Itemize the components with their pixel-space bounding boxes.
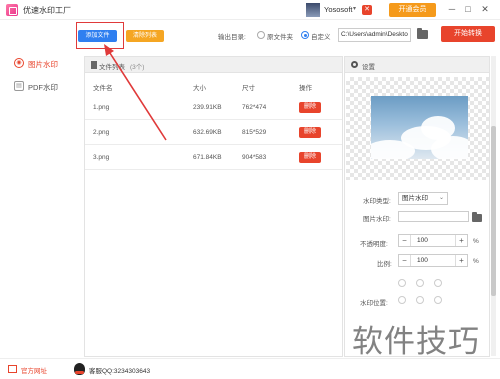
file-name: 3.png xyxy=(93,154,110,161)
watermark-type-select[interactable]: 图片水印 ⌄ xyxy=(398,192,448,205)
image-watermark-label: 图片水印: xyxy=(363,216,391,223)
scale-minus-button[interactable]: − xyxy=(399,255,411,266)
file-list-panel: 文件列表 (3个) 文件名 大小 尺寸 操作 1.png 239.91KB 76… xyxy=(84,56,343,357)
delete-button[interactable]: 删除 xyxy=(299,127,321,138)
chevron-down-icon: ⌄ xyxy=(438,195,444,201)
folder-icon[interactable] xyxy=(417,28,428,39)
column-header-size: 大小 xyxy=(193,85,206,92)
username[interactable]: Yososoft xyxy=(324,5,353,14)
close-icon[interactable]: ✕ xyxy=(479,3,491,15)
user-avatar[interactable] xyxy=(306,3,320,17)
sidebar: ◉ 图片水印 ▤ PDF水印 xyxy=(0,21,74,357)
qq-icon[interactable] xyxy=(74,363,85,375)
column-header-dims: 尺寸 xyxy=(242,85,255,92)
settings-panel: 设置 水印类型: 图片水印 ⌄ 图片水印: 不透明度: − 100 + % 比例… xyxy=(344,56,490,357)
opacity-stepper[interactable]: − 100 + xyxy=(398,234,468,247)
app-logo-icon xyxy=(6,4,18,16)
vip-button[interactable]: 开通会员 xyxy=(389,3,436,17)
watermark-type-label: 水印类型: xyxy=(363,198,391,205)
radio-custom-folder[interactable] xyxy=(301,31,309,39)
gear-icon xyxy=(351,61,358,68)
sidebar-item-label: PDF水印 xyxy=(28,83,58,92)
footer: 官方网址 客服QQ:3234303643 xyxy=(0,358,500,379)
settings-scrollbar[interactable] xyxy=(491,56,496,356)
file-size: 239.91KB xyxy=(193,104,222,111)
watermark-type-value: 图片水印 xyxy=(402,195,428,202)
chevron-down-icon[interactable]: ▾ xyxy=(353,5,356,12)
opacity-minus-button[interactable]: − xyxy=(399,235,411,246)
opacity-value[interactable]: 100 xyxy=(417,237,428,244)
cloud-shape xyxy=(371,140,415,159)
sidebar-item-label: 图片水印 xyxy=(28,60,58,69)
file-size: 671.84KB xyxy=(193,154,222,161)
position-option[interactable] xyxy=(398,296,406,304)
table-row[interactable]: 1.png 239.91KB 762*474 删除 xyxy=(85,95,342,120)
position-option[interactable] xyxy=(434,296,442,304)
official-website-link[interactable]: 官方网址 xyxy=(21,365,47,375)
file-dims: 904*583 xyxy=(242,154,267,161)
maximize-icon[interactable]: □ xyxy=(462,3,474,15)
scale-plus-button[interactable]: + xyxy=(455,255,467,266)
start-convert-button[interactable]: 开始转换 xyxy=(441,26,495,42)
scale-stepper[interactable]: − 100 + xyxy=(398,254,468,267)
position-option[interactable] xyxy=(416,279,424,287)
highlight-box xyxy=(76,22,124,49)
watermark-preview xyxy=(346,77,489,180)
file-name: 1.png xyxy=(93,104,110,111)
file-size: 632.69KB xyxy=(193,129,222,136)
home-icon[interactable] xyxy=(8,365,17,373)
position-option[interactable] xyxy=(434,279,442,287)
file-count: (3个) xyxy=(130,64,145,71)
radio-original-folder[interactable] xyxy=(257,31,265,39)
output-dir-label: 输出目录: xyxy=(218,34,246,41)
delete-button[interactable]: 删除 xyxy=(299,102,321,113)
opacity-unit: % xyxy=(473,238,479,245)
cloud-shape xyxy=(431,136,468,159)
opacity-plus-button[interactable]: + xyxy=(455,235,467,246)
pdf-icon: ▤ xyxy=(14,81,24,91)
file-dims: 762*474 xyxy=(242,104,267,111)
column-header-name: 文件名 xyxy=(93,85,113,92)
file-dims: 815*529 xyxy=(242,129,267,136)
sidebar-item-pdf-watermark[interactable]: ▤ PDF水印 xyxy=(0,78,74,94)
title-bar: 优速水印工厂 Yososoft ▾ ✕ 开通会员 ─ □ ✕ xyxy=(0,0,500,20)
minimize-icon[interactable]: ─ xyxy=(446,3,458,15)
column-header-action: 操作 xyxy=(299,85,312,92)
settings-header: 设置 xyxy=(345,57,489,73)
file-list-header: 文件列表 (3个) xyxy=(85,57,342,73)
document-icon xyxy=(91,61,97,69)
file-name: 2.png xyxy=(93,129,110,136)
opacity-label: 不透明度: xyxy=(360,241,388,248)
toolbar: 添加文件 清除列表 输出目录: 原文件夹 自定义 C:\Users\admin\… xyxy=(74,21,500,51)
table-row[interactable]: 3.png 671.84KB 904*583 删除 xyxy=(85,145,342,170)
image-icon: ◉ xyxy=(14,58,24,68)
scrollbar-thumb[interactable] xyxy=(491,126,496,296)
clear-list-button[interactable]: 清除列表 xyxy=(126,30,164,42)
overlay-watermark: 软件技巧 xyxy=(352,324,480,360)
radio-original-label: 原文件夹 xyxy=(267,34,293,41)
scale-label: 比例: xyxy=(377,261,392,268)
notification-badge-icon[interactable]: ✕ xyxy=(362,5,372,15)
folder-icon[interactable] xyxy=(472,212,482,222)
scale-unit: % xyxy=(473,258,479,265)
delete-button[interactable]: 删除 xyxy=(299,152,321,163)
watermark-position-label: 水印位置: xyxy=(360,300,388,307)
radio-custom-label: 自定义 xyxy=(311,34,331,41)
table-row[interactable]: 2.png 632.69KB 815*529 删除 xyxy=(85,120,342,145)
sidebar-item-image-watermark[interactable]: ◉ 图片水印 xyxy=(0,55,74,71)
image-watermark-path-input[interactable] xyxy=(398,211,469,222)
output-path-input[interactable]: C:\Users\admin\Deskto xyxy=(338,28,411,42)
preview-image xyxy=(371,96,468,159)
scale-value[interactable]: 100 xyxy=(417,257,428,264)
settings-title: 设置 xyxy=(362,64,375,71)
position-option[interactable] xyxy=(416,296,424,304)
position-option[interactable] xyxy=(398,279,406,287)
file-list-title: 文件列表 xyxy=(99,64,125,71)
support-qq-link[interactable]: 客服QQ:3234303643 xyxy=(89,365,150,375)
app-title: 优速水印工厂 xyxy=(23,6,71,15)
